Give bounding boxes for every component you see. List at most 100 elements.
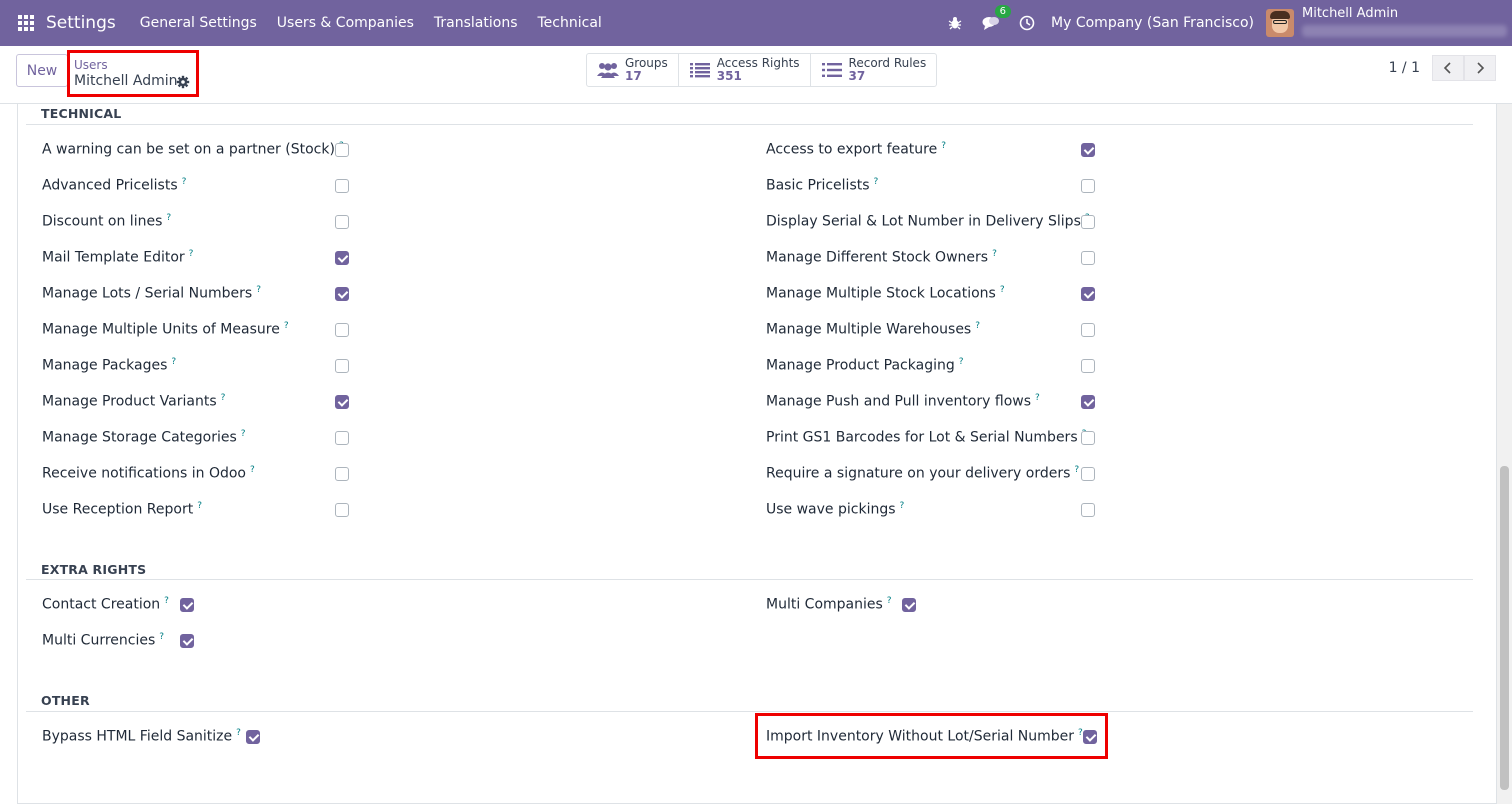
- checkbox-multi-companies[interactable]: [902, 598, 916, 612]
- help-tooltip-icon[interactable]: ?: [975, 321, 980, 331]
- help-tooltip-icon[interactable]: ?: [236, 728, 241, 738]
- field-label-text: Use Reception Report: [42, 501, 194, 518]
- checkbox-manage-different-stock-owners[interactable]: [1081, 251, 1095, 265]
- user-avatar[interactable]: [1266, 9, 1294, 37]
- menu-general-settings[interactable]: General Settings: [130, 15, 267, 31]
- control-panel: New Users Mitchell Admin Groups 17 Access…: [0, 46, 1512, 104]
- help-tooltip-icon[interactable]: ?: [171, 357, 176, 367]
- field-label-manage-product-variants: Manage Product Variants?: [42, 393, 225, 410]
- field-label-use-reception-report: Use Reception Report?: [42, 501, 202, 518]
- scrollbar-thumb[interactable]: [1500, 466, 1509, 790]
- user-menu[interactable]: Mitchell Admin: [1302, 0, 1512, 46]
- apps-menu-icon[interactable]: [0, 0, 52, 46]
- gear-icon[interactable]: [176, 75, 190, 89]
- help-tooltip-icon[interactable]: ?: [900, 501, 905, 511]
- help-tooltip-icon[interactable]: ?: [1000, 285, 1005, 295]
- checkbox-basic-pricelists[interactable]: [1081, 179, 1095, 193]
- checkbox-multi-currencies[interactable]: [180, 634, 194, 648]
- list-icon: [689, 60, 711, 80]
- help-tooltip-icon[interactable]: ?: [941, 141, 946, 151]
- section-divider: [26, 124, 1473, 125]
- pager-next-button[interactable]: [1464, 55, 1496, 81]
- checkbox-a-warning-can-be-set-on-a-partner-stock[interactable]: [335, 143, 349, 157]
- checkbox-mail-template-editor[interactable]: [335, 251, 349, 265]
- field-label-text: Mail Template Editor: [42, 249, 185, 266]
- checkbox-manage-push-and-pull-inventory-flows[interactable]: [1081, 395, 1095, 409]
- checkbox-use-reception-report[interactable]: [335, 503, 349, 517]
- messages-chat-icon[interactable]: 6: [979, 5, 1012, 35]
- breadcrumb-parent-users[interactable]: Users: [74, 58, 108, 72]
- help-tooltip-icon[interactable]: ?: [284, 321, 289, 331]
- section-divider: [26, 579, 1473, 580]
- field-label-receive-notifications-in-odoo: Receive notifications in Odoo?: [42, 465, 255, 482]
- field-label-basic-pricelists: Basic Pricelists?: [766, 177, 878, 194]
- checkbox-manage-product-packaging[interactable]: [1081, 359, 1095, 373]
- checkbox-manage-multiple-warehouses[interactable]: [1081, 323, 1095, 337]
- checkbox-contact-creation[interactable]: [180, 598, 194, 612]
- field-label-manage-packages: Manage Packages?: [42, 357, 176, 374]
- checkbox-receive-notifications-in-odoo[interactable]: [335, 467, 349, 481]
- checkbox-access-to-export-feature[interactable]: [1081, 143, 1095, 157]
- app-brand[interactable]: Settings: [46, 13, 116, 33]
- help-tooltip-icon[interactable]: ?: [250, 465, 255, 475]
- smart-buttons: Groups 17 Access Rights 351 Record Rules 37: [586, 53, 938, 87]
- pager-previous-button[interactable]: [1432, 55, 1464, 81]
- chevron-right-icon: [1477, 62, 1485, 74]
- menu-technical[interactable]: Technical: [528, 15, 612, 31]
- checkbox-use-wave-pickings[interactable]: [1081, 503, 1095, 517]
- field-label-text: Manage Lots / Serial Numbers: [42, 285, 253, 302]
- menu-translations[interactable]: Translations: [424, 15, 528, 31]
- help-tooltip-icon[interactable]: ?: [189, 249, 194, 259]
- help-tooltip-icon[interactable]: ?: [241, 429, 246, 439]
- checkbox-discount-on-lines[interactable]: [335, 215, 349, 229]
- help-tooltip-icon[interactable]: ?: [1035, 393, 1040, 403]
- field-label-text: Manage Product Variants: [42, 393, 217, 410]
- new-button[interactable]: New: [16, 54, 68, 87]
- help-tooltip-icon[interactable]: ?: [159, 632, 164, 642]
- checkbox-manage-multiple-stock-locations[interactable]: [1081, 287, 1095, 301]
- menu-users-companies[interactable]: Users & Companies: [267, 15, 424, 31]
- field-label-use-wave-pickings: Use wave pickings?: [766, 501, 904, 518]
- checkbox-manage-multiple-units-of-measure[interactable]: [335, 323, 349, 337]
- groups-smart-button[interactable]: Groups 17: [587, 54, 679, 86]
- field-label-text: Manage Push and Pull inventory flows: [766, 393, 1032, 410]
- help-tooltip-icon[interactable]: ?: [166, 213, 171, 223]
- company-switcher[interactable]: My Company (San Francisco): [1051, 15, 1254, 31]
- help-tooltip-icon[interactable]: ?: [182, 177, 187, 187]
- field-label-display-serial-lot-number-in-delivery-slips: Display Serial & Lot Number in Delivery …: [766, 213, 1090, 230]
- top-navbar: Settings General Settings Users & Compan…: [0, 0, 1512, 46]
- field-label-manage-multiple-warehouses: Manage Multiple Warehouses?: [766, 321, 980, 338]
- checkbox-print-gs1-barcodes-for-lot-serial-numbers[interactable]: [1081, 431, 1095, 445]
- checkbox-require-a-signature-on-your-delivery-orders[interactable]: [1081, 467, 1095, 481]
- help-tooltip-icon[interactable]: ?: [1074, 465, 1079, 475]
- field-label-contact-creation: Contact Creation?: [42, 596, 169, 613]
- access-rights-count: 351: [716, 69, 742, 83]
- field-label-manage-different-stock-owners: Manage Different Stock Owners?: [766, 249, 997, 266]
- record-rules-smart-button[interactable]: Record Rules 37: [811, 54, 937, 86]
- checkbox-manage-product-variants[interactable]: [335, 395, 349, 409]
- section-title-technical: TECHNICAL: [41, 106, 122, 121]
- field-label-text: Manage Different Stock Owners: [766, 249, 989, 266]
- field-label-text: Discount on lines: [42, 213, 163, 230]
- activity-clock-icon[interactable]: [1015, 11, 1039, 35]
- checkbox-display-serial-lot-number-in-delivery-slips[interactable]: [1081, 215, 1095, 229]
- help-tooltip-icon[interactable]: ?: [197, 501, 202, 511]
- field-label-text: Use wave pickings: [766, 501, 896, 518]
- field-label-access-to-export-feature: Access to export feature?: [766, 141, 946, 158]
- help-tooltip-icon[interactable]: ?: [874, 177, 879, 187]
- checkbox-manage-lots-serial-numbers[interactable]: [335, 287, 349, 301]
- help-tooltip-icon[interactable]: ?: [887, 596, 892, 606]
- debug-bug-icon[interactable]: [943, 11, 967, 35]
- help-tooltip-icon[interactable]: ?: [959, 357, 964, 367]
- help-tooltip-icon[interactable]: ?: [221, 393, 226, 403]
- checkbox-advanced-pricelists[interactable]: [335, 179, 349, 193]
- help-tooltip-icon[interactable]: ?: [992, 249, 997, 259]
- pager-value[interactable]: 1 / 1: [1389, 60, 1420, 76]
- checkbox-manage-storage-categories[interactable]: [335, 431, 349, 445]
- checkbox-manage-packages[interactable]: [335, 359, 349, 373]
- access-rights-smart-button[interactable]: Access Rights 351: [679, 54, 811, 86]
- help-tooltip-icon[interactable]: ?: [256, 285, 261, 295]
- help-tooltip-icon[interactable]: ?: [164, 596, 169, 606]
- checkbox-bypass-html-field-sanitize[interactable]: [246, 730, 260, 744]
- field-label-text: Manage Multiple Stock Locations: [766, 285, 996, 302]
